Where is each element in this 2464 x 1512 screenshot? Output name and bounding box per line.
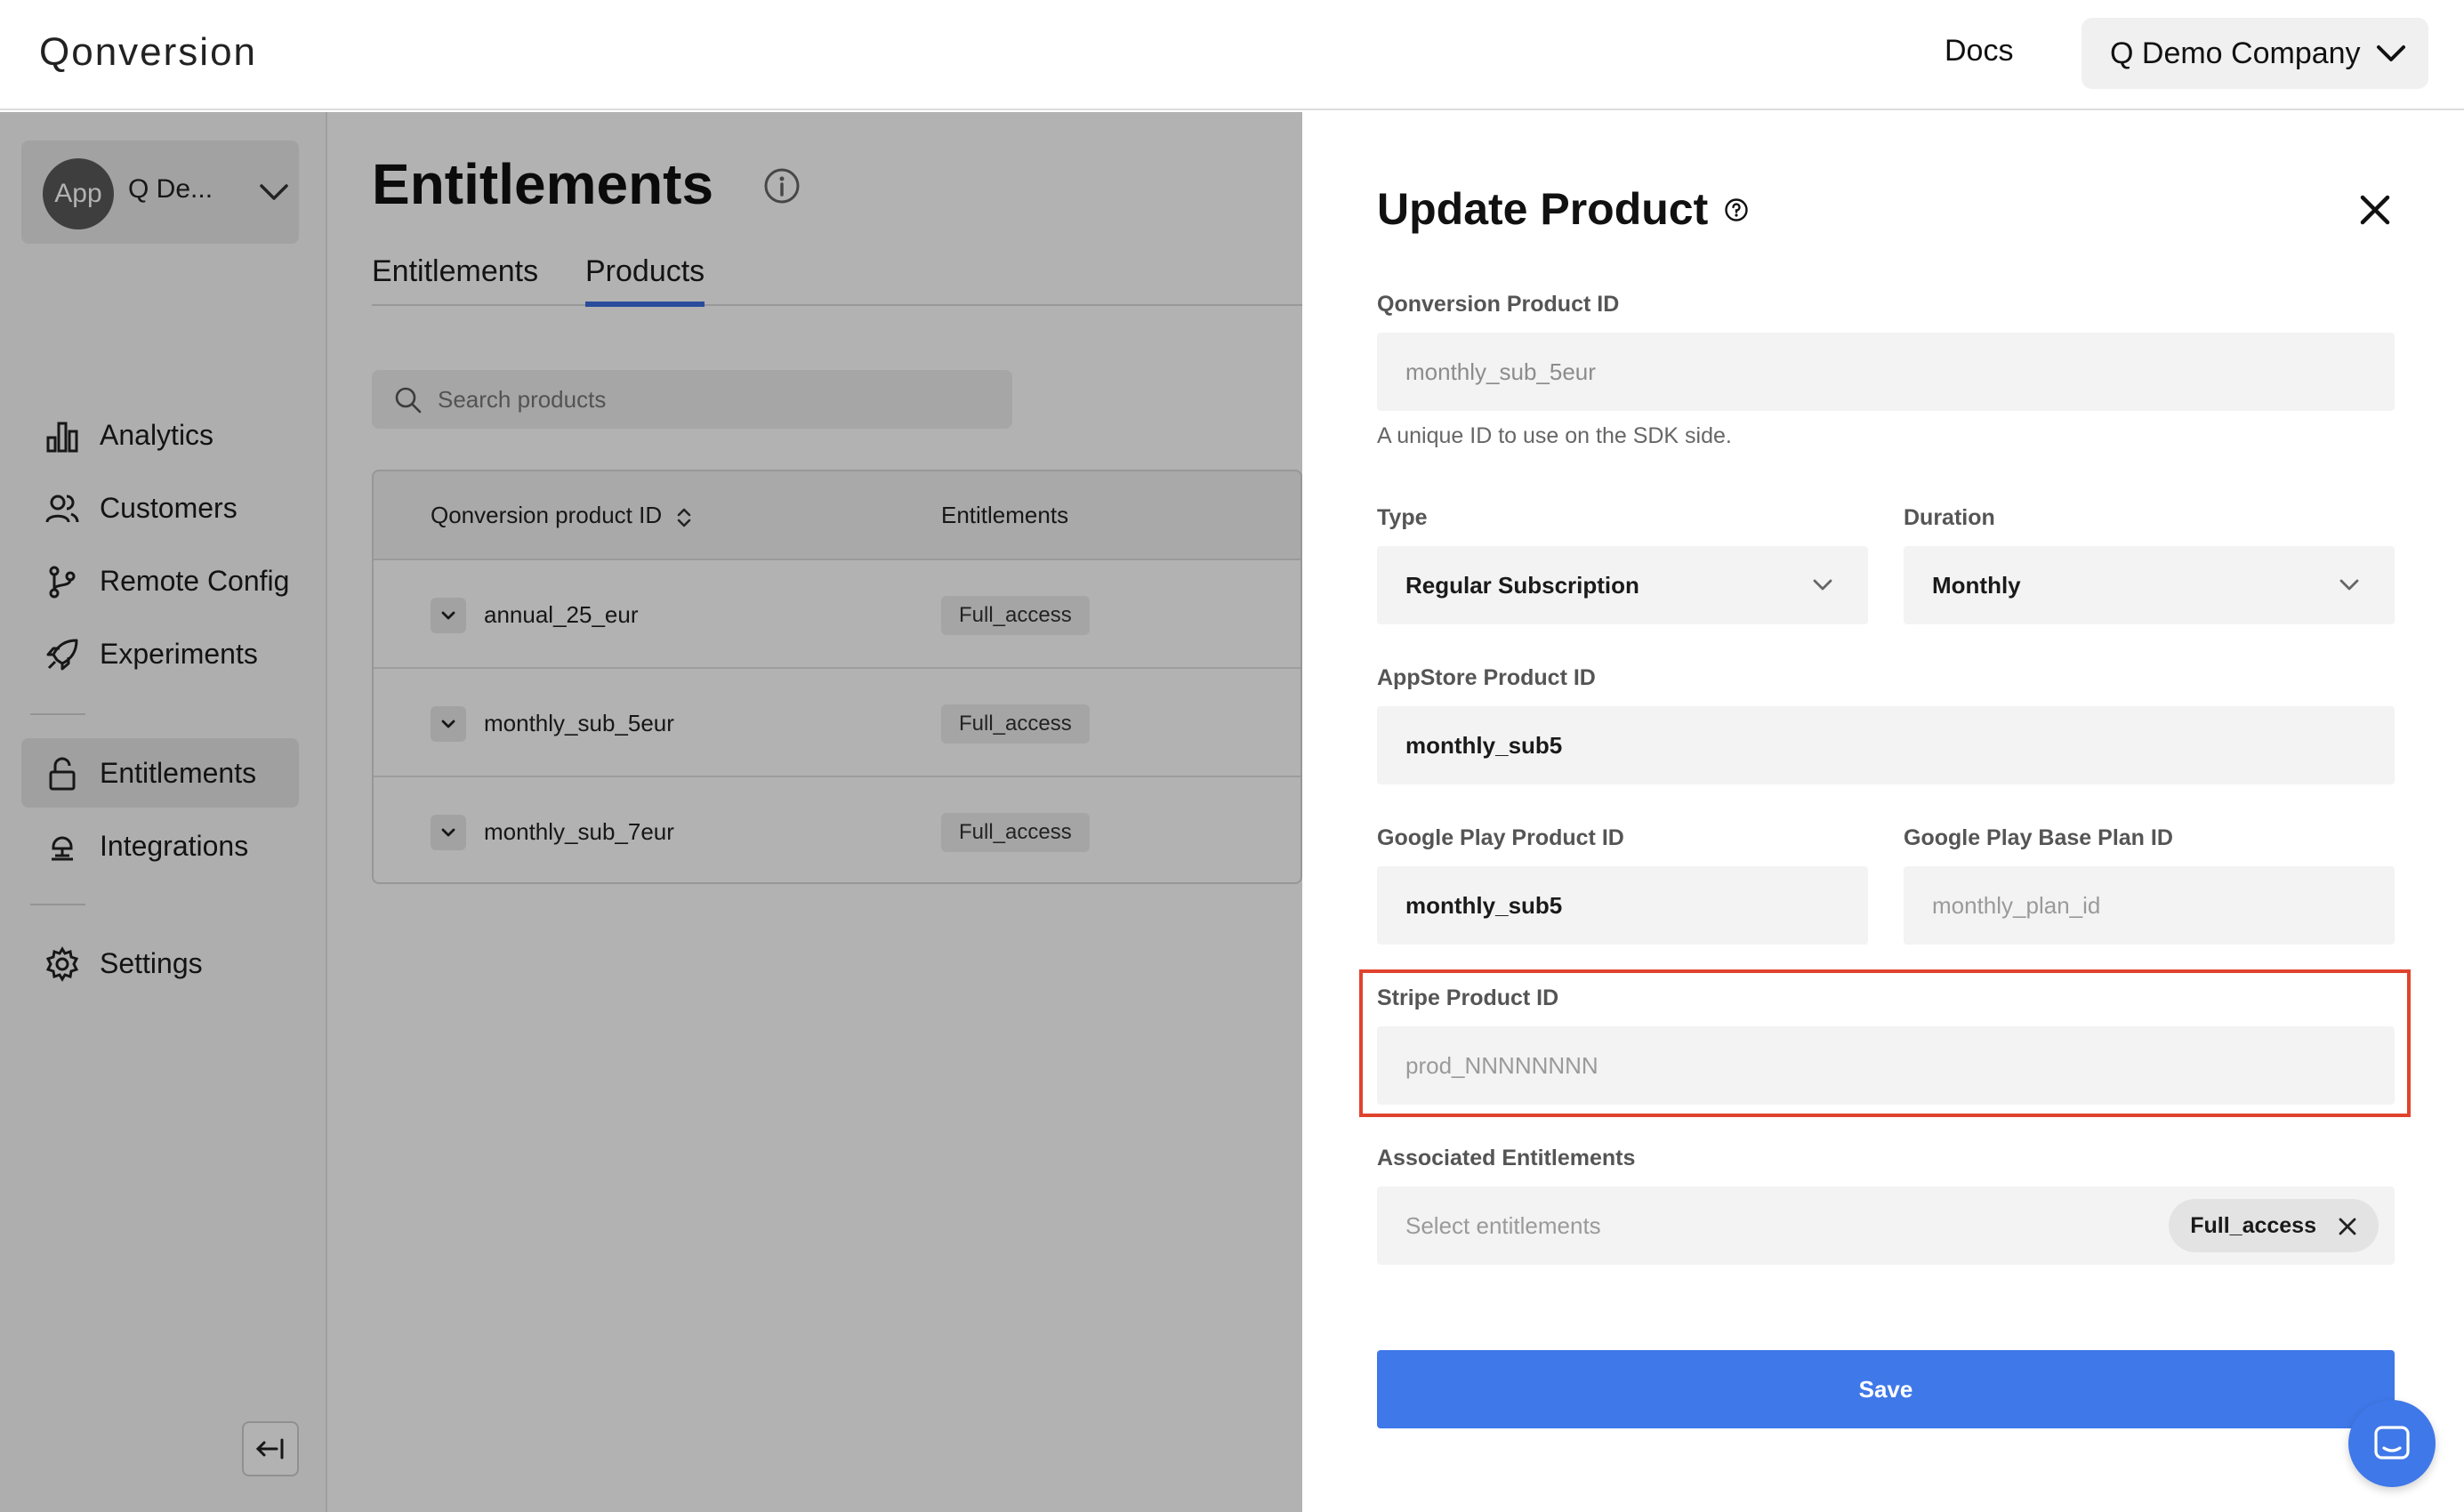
product-id-hint: A unique ID to use on the SDK side. <box>1377 423 1732 448</box>
entitlements-placeholder: Select entitlements <box>1405 1211 1601 1239</box>
remove-chip-icon[interactable] <box>2336 1215 2359 1238</box>
chat-support-button[interactable] <box>2348 1400 2436 1487</box>
entitlements-label: Associated Entitlements <box>1377 1146 1636 1170</box>
stripe-product-id-input[interactable]: prod_NNNNNNNN <box>1377 1026 2395 1105</box>
chevron-down-icon <box>1813 579 1832 591</box>
modal-overlay[interactable] <box>0 112 1302 1512</box>
appstore-label: AppStore Product ID <box>1377 665 1596 690</box>
gplay-label: Google Play Product ID <box>1377 825 1624 850</box>
help-icon[interactable] <box>1724 197 1749 222</box>
company-name: Q Demo Company <box>2110 36 2361 70</box>
chip-label: Full_access <box>2190 1212 2316 1238</box>
type-label: Type <box>1377 505 1428 530</box>
save-button[interactable]: Save <box>1377 1350 2395 1428</box>
chevron-down-icon <box>2377 45 2405 61</box>
gplay-base-plan-input[interactable]: monthly_plan_id <box>1904 866 2395 945</box>
drawer-title: Update Product <box>1377 184 1709 234</box>
update-product-drawer: Update Product Qonversion Product ID mon… <box>1302 112 2464 1512</box>
duration-select[interactable]: Monthly <box>1904 546 2395 624</box>
stripe-label: Stripe Product ID <box>1377 985 1559 1010</box>
entitlements-select[interactable]: Select entitlements Full_access <box>1377 1186 2395 1265</box>
chevron-down-icon <box>2339 579 2359 591</box>
product-id-label: Qonversion Product ID <box>1377 292 1620 317</box>
chat-icon <box>2374 1426 2410 1460</box>
appstore-product-id-input[interactable]: monthly_sub5 <box>1377 706 2395 784</box>
type-value: Regular Subscription <box>1405 571 1639 599</box>
gplay-product-id-input[interactable]: monthly_sub5 <box>1377 866 1868 945</box>
product-id-field: monthly_sub_5eur <box>1377 333 2395 411</box>
type-select[interactable]: Regular Subscription <box>1377 546 1868 624</box>
docs-link[interactable]: Docs <box>1945 34 2013 68</box>
logo[interactable]: Qonversion <box>39 30 257 75</box>
duration-value: Monthly <box>1932 571 2021 599</box>
close-icon[interactable] <box>2355 190 2395 229</box>
gplay-base-plan-label: Google Play Base Plan ID <box>1904 825 2173 850</box>
top-bar: Qonversion Docs Q Demo Company <box>0 0 2464 110</box>
duration-label: Duration <box>1904 505 1995 530</box>
entitlement-chip: Full_access <box>2169 1199 2379 1252</box>
company-switcher[interactable]: Q Demo Company <box>2082 18 2428 89</box>
